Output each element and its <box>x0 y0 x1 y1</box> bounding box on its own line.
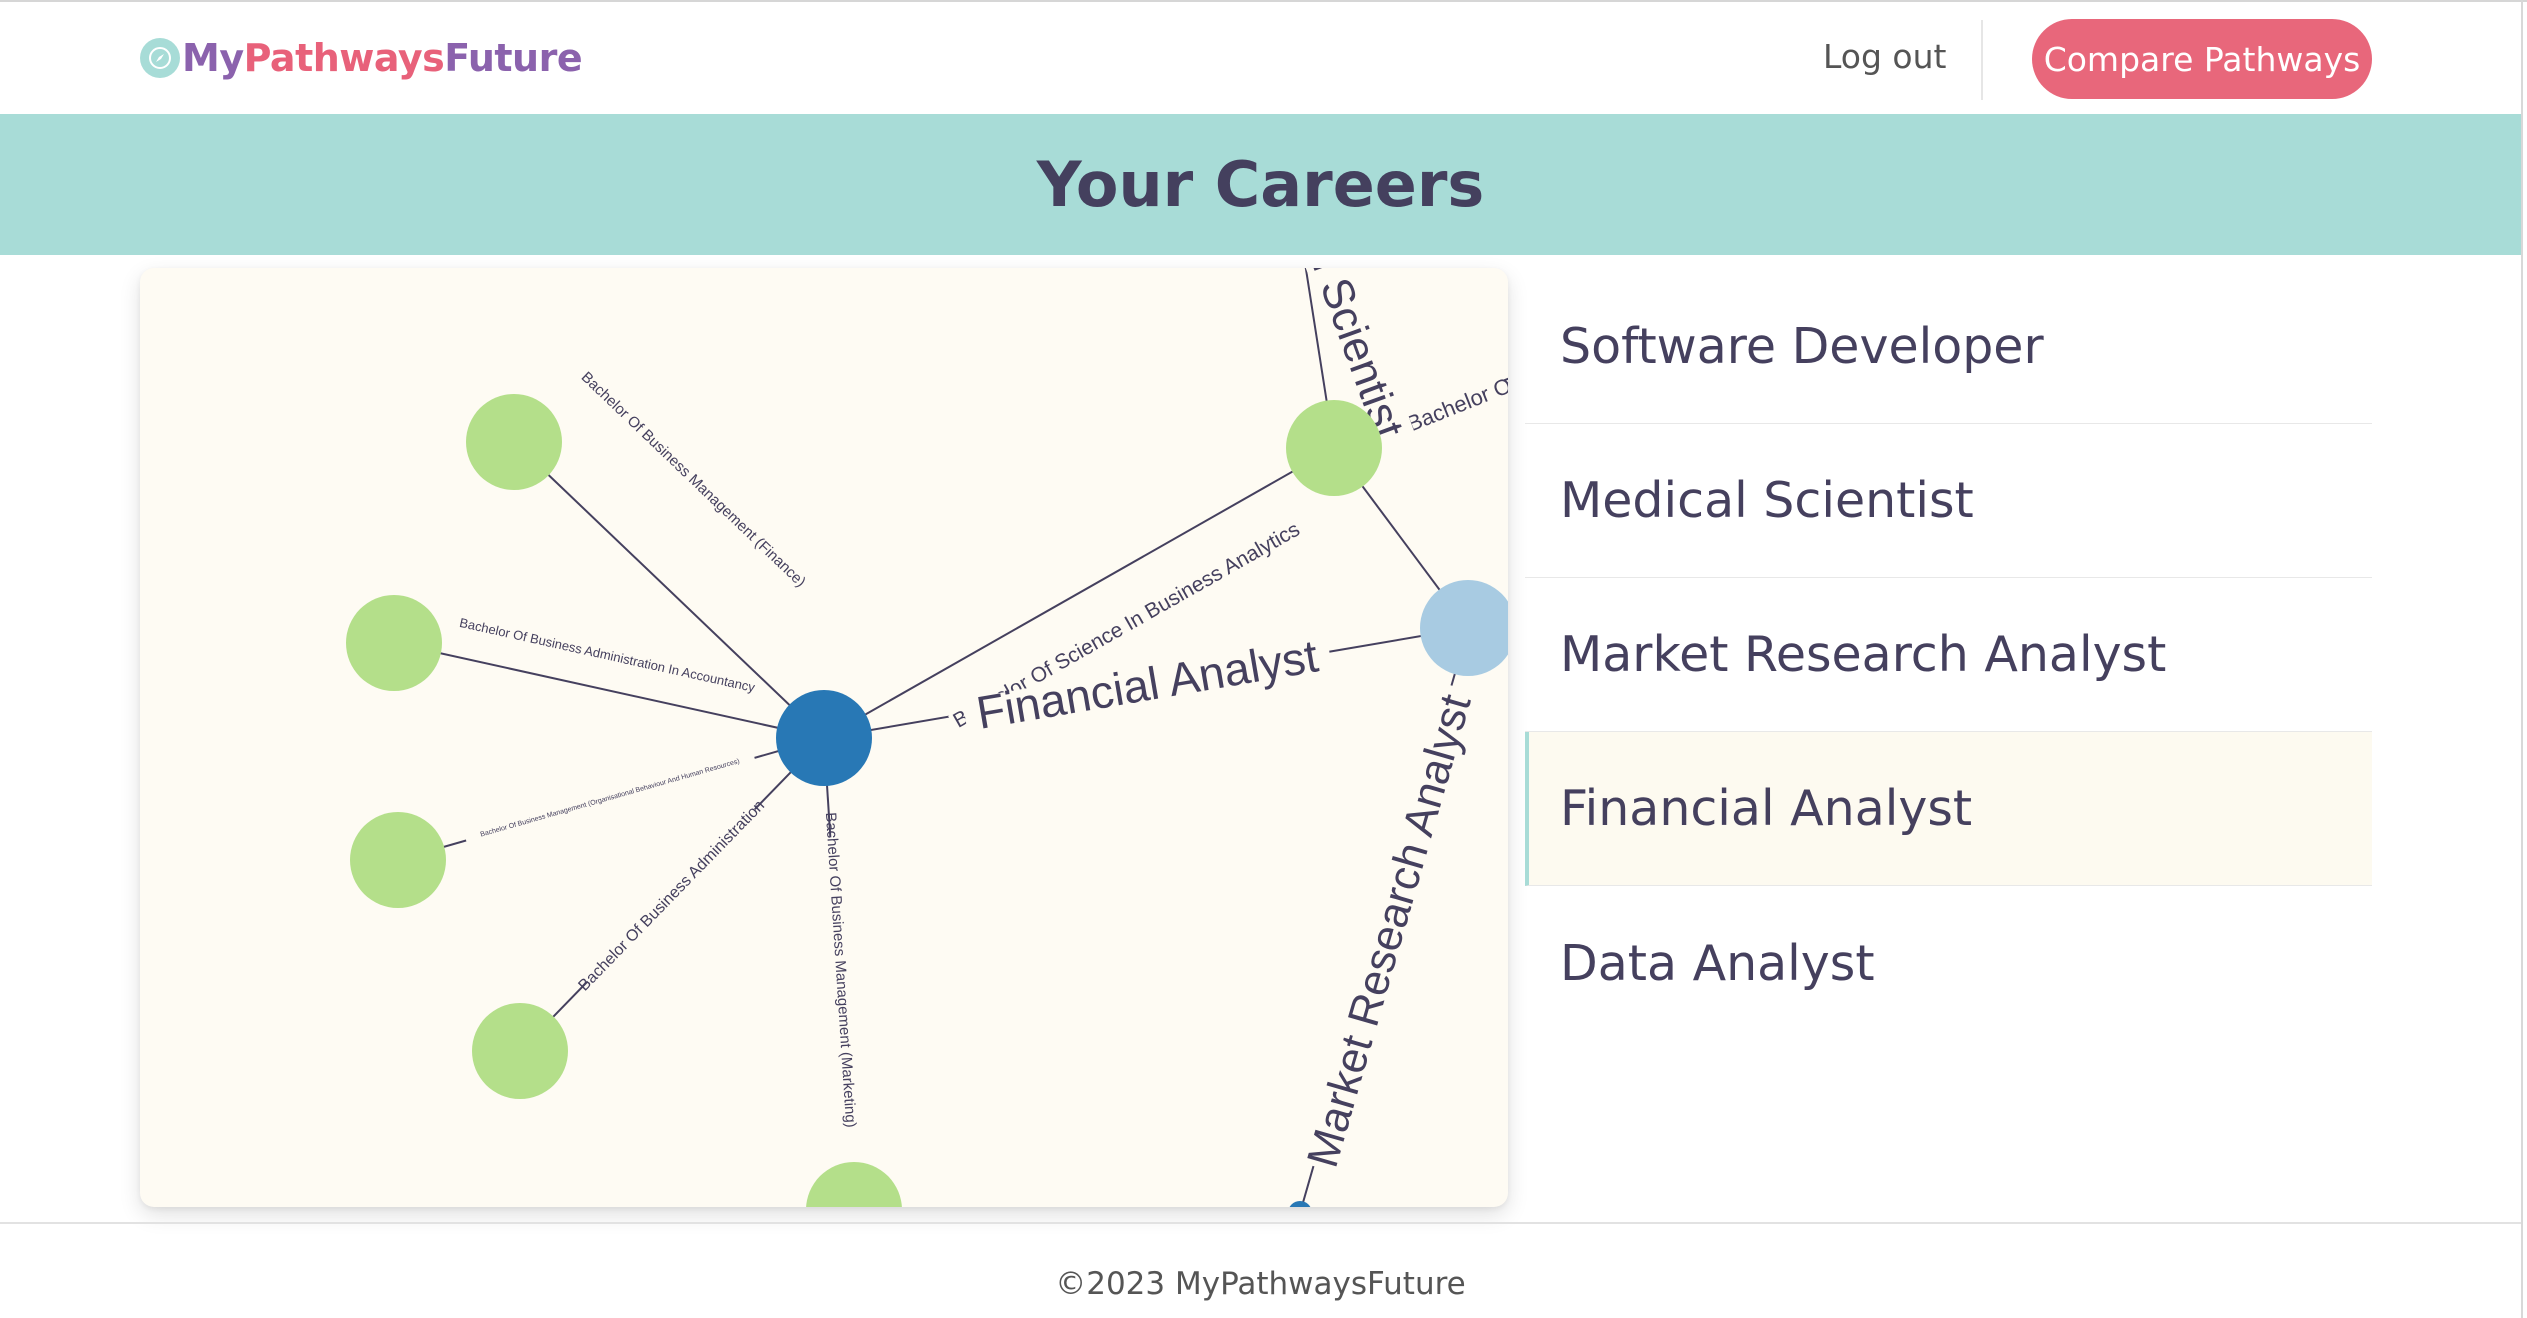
site-logo[interactable]: MyPathwaysFuture <box>140 34 583 82</box>
career-label-market-research: Market Research Analyst <box>1298 689 1481 1172</box>
degree-node[interactable] <box>806 1162 902 1207</box>
degree-label-finance: Bachelor Of Business Management (Finance… <box>578 369 809 591</box>
degree-label-hr: Bachelor Of Business Management (Organis… <box>480 758 741 839</box>
compare-pathways-button[interactable]: Compare Pathways <box>2032 19 2372 99</box>
career-item-data-analyst[interactable]: Data Analyst <box>1525 886 2372 1040</box>
degree-node[interactable] <box>1286 400 1382 496</box>
career-item-software-developer[interactable]: Software Developer <box>1525 270 2372 424</box>
career-label-financial-analyst: Financial Analyst <box>973 629 1322 738</box>
window-right-border <box>2521 0 2523 1318</box>
footer-copyright: ©2023 MyPathwaysFuture <box>1055 1266 1466 1302</box>
footer-divider <box>0 1222 2521 1224</box>
career-item-market-research-analyst[interactable]: Market Research Analyst <box>1525 578 2372 732</box>
logo-part-my: My <box>182 36 244 80</box>
career-graph-panel[interactable]: Bachelor Of Business Management (Finance… <box>140 268 1508 1207</box>
page-banner: Your Careers <box>0 114 2521 255</box>
degree-node[interactable] <box>466 394 562 490</box>
career-item-medical-scientist[interactable]: Medical Scientist <box>1525 424 2372 578</box>
logo-wordmark: MyPathwaysFuture <box>182 36 583 80</box>
logout-link[interactable]: Log out <box>1823 37 1946 76</box>
degree-label-marketing: Bachelor Of Business Management (Marketi… <box>822 812 859 1128</box>
career-graph[interactable]: Bachelor Of Business Management (Finance… <box>140 268 1508 1207</box>
career-list: Software Developer Medical Scientist Mar… <box>1525 270 2372 1040</box>
degree-node[interactable] <box>346 595 442 691</box>
compass-icon <box>140 38 180 78</box>
career-item-financial-analyst[interactable]: Financial Analyst <box>1525 732 2372 886</box>
page-title: Your Careers <box>1036 148 1485 221</box>
site-header: MyPathwaysFuture Log out Compare Pathway… <box>0 2 2521 114</box>
selected-career-node[interactable] <box>776 690 872 786</box>
link-degree-finance <box>513 441 825 739</box>
degree-node[interactable] <box>472 1003 568 1099</box>
degree-node[interactable] <box>350 812 446 908</box>
header-divider <box>1981 20 1983 100</box>
degree-label-accountancy: Bachelor Of Business Administration In A… <box>458 615 757 695</box>
degree-label-administration: Bachelor Of Business Administration <box>575 797 768 994</box>
career-node[interactable] <box>1420 580 1508 676</box>
degree-label-partial: Bachelor O <box>1403 373 1508 437</box>
career-node[interactable] <box>1288 1201 1312 1207</box>
logo-part-pathways: Pathways <box>243 36 445 80</box>
logo-part-future: Future <box>444 36 583 80</box>
